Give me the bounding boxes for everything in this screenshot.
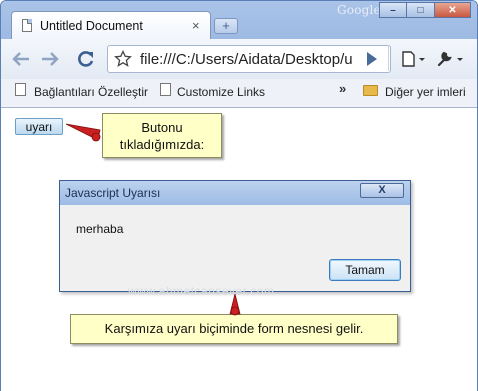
dialog-body: merhaba Tamam xyxy=(65,205,405,287)
brand-label: Google xyxy=(337,3,381,17)
other-bookmarks[interactable]: Diğer yer imleri xyxy=(385,85,466,99)
url-text: file:///C:/Users/Aidata/Desktop/u xyxy=(140,51,353,68)
document-icon xyxy=(22,19,32,32)
new-tab-button[interactable]: + xyxy=(214,18,238,34)
dialog-title-bar[interactable]: Javascript Uyarısı X xyxy=(60,181,410,205)
dialog-message: merhaba xyxy=(76,222,124,236)
back-button[interactable] xyxy=(10,48,32,70)
page-menu-button[interactable] xyxy=(399,48,429,70)
close-window-button[interactable]: ✕ xyxy=(435,2,471,18)
wrench-icon xyxy=(437,51,463,67)
window-controls: – □ ✕ xyxy=(379,2,471,18)
tab-untitled-document[interactable]: Untitled Document × xyxy=(11,11,211,39)
tab-close-icon[interactable]: × xyxy=(192,18,200,33)
address-bar[interactable]: file:///C:/Users/Aidata/Desktop/u xyxy=(107,45,391,73)
reload-button[interactable] xyxy=(75,48,97,70)
watermark-text: www.ahmetcansever.com xyxy=(128,284,275,298)
alert-button[interactable]: uyarı xyxy=(15,118,63,135)
folder-icon xyxy=(363,85,378,96)
forward-button[interactable] xyxy=(39,48,61,70)
forward-arrow-icon xyxy=(42,52,59,66)
bookmark-item-customize-tr[interactable]: Bağlantıları Özelleştir xyxy=(34,85,148,99)
callout-note-bottom: Karşımıza uyarı biçiminde form nesnesi g… xyxy=(70,314,398,344)
dialog-close-button[interactable]: X xyxy=(360,183,404,198)
bookmark-star-icon[interactable] xyxy=(114,50,132,68)
callout-text-line: tıkladığımızda: xyxy=(119,137,205,152)
page-menu-icon xyxy=(402,51,425,67)
reload-icon xyxy=(78,51,94,67)
callout-note-top: Butonu tıkladığımızda: xyxy=(102,113,222,158)
go-arrow-icon[interactable] xyxy=(367,52,377,66)
alert-dialog: Javascript Uyarısı X merhaba Tamam xyxy=(59,180,411,292)
bookmarks-bar: Bağlantıları Özelleştir Customize Links … xyxy=(1,79,477,108)
tools-menu-button[interactable] xyxy=(435,48,467,70)
dialog-title: Javascript Uyarısı xyxy=(65,186,161,200)
minimize-button[interactable]: – xyxy=(379,2,407,18)
maximize-button[interactable]: □ xyxy=(407,2,435,18)
callout-text-line: Butonu xyxy=(141,120,183,135)
tab-title: Untitled Document xyxy=(40,19,143,33)
toolbar-divider xyxy=(388,45,389,71)
bookmark-page-icon xyxy=(15,83,26,96)
bookmark-page-icon xyxy=(160,83,171,96)
bookmarks-overflow-chevron[interactable]: » xyxy=(339,81,346,96)
dialog-ok-button[interactable]: Tamam xyxy=(329,259,401,281)
back-arrow-icon xyxy=(12,52,29,66)
bookmark-item-customize-links[interactable]: Customize Links xyxy=(177,85,265,99)
toolbar: file:///C:/Users/Aidata/Desktop/u xyxy=(1,39,477,79)
